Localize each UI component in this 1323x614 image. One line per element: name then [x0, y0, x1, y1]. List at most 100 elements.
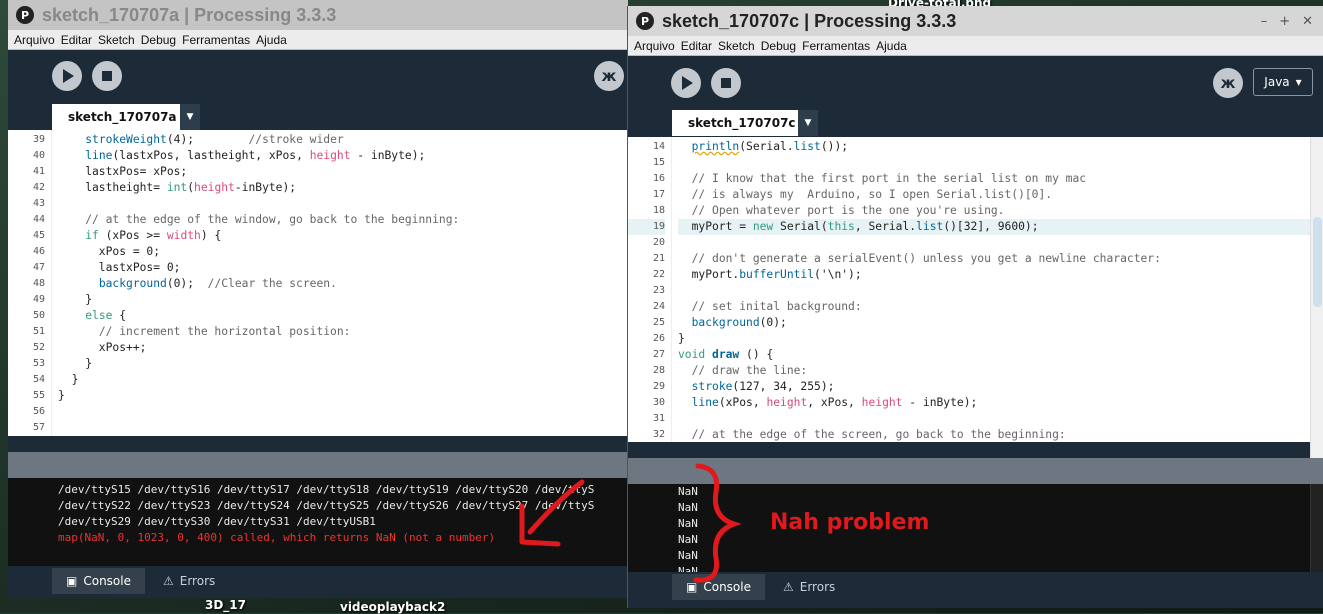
stop-button[interactable] [92, 61, 122, 91]
debug-button[interactable]: ж [1213, 68, 1243, 98]
sketch-tab[interactable]: sketch_170707c [672, 110, 812, 136]
line-number: 50 [32, 310, 45, 321]
desktop-file-label[interactable]: 3D_17 [205, 598, 246, 612]
window-a-console-tabs: ▣ Console ⚠ Errors [8, 566, 628, 596]
line-number: 24 [652, 301, 665, 312]
errors-tab-label: Errors [179, 574, 216, 588]
line-number: 19 [628, 219, 665, 235]
code-line: println(Serial.list()); [691, 140, 849, 153]
debug-button[interactable]: ж [594, 61, 624, 91]
console-tab[interactable]: ▣ Console [52, 568, 145, 594]
code-line: line(xPos, height, xPos, height - inByte… [691, 396, 978, 409]
sketch-tab-label: sketch_170707a [68, 110, 177, 124]
chevron-down-icon: ▼ [804, 118, 812, 128]
window-c-title: sketch_170707c | Processing 3.3.3 [662, 10, 957, 31]
menu-editar[interactable]: Editar [681, 39, 712, 53]
play-icon [63, 69, 74, 83]
code-line: } [58, 389, 65, 402]
tab-menu-arrow[interactable]: ▼ [798, 110, 818, 136]
console-scrollbar[interactable] [1310, 484, 1323, 572]
menu-ajuda[interactable]: Ajuda [256, 33, 287, 47]
line-number: 44 [32, 214, 45, 225]
menu-ferramentas[interactable]: Ferramentas [802, 39, 870, 53]
code-line: // draw the line: [691, 364, 808, 377]
code-line: xPos++; [58, 341, 147, 354]
code-line: line(lastxPos, lastheight, xPos, height … [85, 149, 426, 162]
butterfly-icon: ж [1220, 74, 1236, 92]
code-line: myPort.bufferUntil('\n'); [678, 268, 862, 281]
window-a-title: sketch_170707a | Processing 3.3.3 [42, 4, 337, 25]
line-number: 40 [32, 150, 45, 161]
code-line-current: myPort = new Serial(this, Serial.list()[… [678, 219, 1310, 235]
code-editor[interactable]: 14 15 16 17 18 19 20 21 22 23 24 25 26 2… [628, 137, 1310, 442]
code-line: // Open whatever port is the one you're … [691, 204, 1005, 217]
errors-tab-label: Errors [799, 580, 836, 594]
sketch-tab[interactable]: sketch_170707a [52, 104, 193, 130]
errors-tab[interactable]: ⚠ Errors [769, 574, 849, 600]
desktop-file-label[interactable]: videoplayback2 [340, 600, 445, 614]
errors-tab[interactable]: ⚠ Errors [149, 568, 229, 594]
menu-debug[interactable]: Debug [761, 39, 796, 53]
processing-logo-icon: P [16, 6, 34, 24]
chevron-down-icon: ▼ [186, 112, 194, 122]
menu-ferramentas[interactable]: Ferramentas [182, 33, 250, 47]
tab-menu-arrow[interactable]: ▼ [180, 104, 200, 130]
window-controls: – + ✕ [1261, 14, 1323, 29]
scrollbar-thumb[interactable] [1313, 217, 1322, 307]
line-number: 20 [652, 237, 665, 248]
console-line: NaN [678, 549, 698, 562]
play-icon [682, 76, 693, 90]
code-line: // is always my Arduino, so I open Seria… [691, 188, 1053, 201]
menu-debug[interactable]: Debug [141, 33, 176, 47]
menu-sketch[interactable]: Sketch [98, 33, 135, 47]
stop-button[interactable] [711, 68, 741, 98]
processing-logo-icon: P [636, 12, 654, 30]
mode-selector[interactable]: Java ▾ [1253, 68, 1313, 96]
menu-sketch[interactable]: Sketch [718, 39, 755, 53]
line-number: 30 [652, 397, 665, 408]
line-number: 31 [652, 413, 665, 424]
code-line: } [58, 373, 79, 386]
run-button[interactable] [671, 68, 701, 98]
window-a-titlebar[interactable]: P sketch_170707a | Processing 3.3.3 [8, 0, 628, 30]
menu-editar[interactable]: Editar [61, 33, 92, 47]
line-number: 52 [32, 342, 45, 353]
code-line: // increment the horizontal position: [98, 325, 351, 338]
line-number: 17 [652, 189, 665, 200]
minimize-icon[interactable]: – [1261, 14, 1268, 29]
line-number: 49 [32, 294, 45, 305]
code-editor[interactable]: 39 40 41 42 43 44 45 46 47 48 49 50 51 5… [8, 130, 628, 436]
line-number: 53 [32, 358, 45, 369]
stop-icon [102, 71, 112, 81]
window-c-titlebar[interactable]: P sketch_170707c | Processing 3.3.3 – + … [628, 6, 1323, 36]
code-line: lastxPos= xPos; [58, 165, 188, 178]
menu-arquivo[interactable]: Arquivo [14, 33, 55, 47]
window-a-menubar: Arquivo Editar Sketch Debug Ferramentas … [8, 30, 628, 50]
maximize-icon[interactable]: + [1279, 14, 1290, 29]
console-line: NaN [678, 485, 698, 498]
sketch-tab-label: sketch_170707c [688, 116, 796, 130]
code-line: else { [85, 309, 127, 322]
annotation-text: Nah problem [770, 510, 930, 535]
run-button[interactable] [52, 61, 82, 91]
code-line: if (xPos >= width) { [85, 229, 222, 242]
stop-icon [721, 78, 731, 88]
menu-ajuda[interactable]: Ajuda [876, 39, 907, 53]
code-line: background(0); [691, 316, 787, 329]
line-number: 46 [32, 246, 45, 257]
code-line: // don't generate a serialEvent() unless… [691, 252, 1161, 265]
line-number: 18 [652, 205, 665, 216]
menu-arquivo[interactable]: Arquivo [634, 39, 675, 53]
code-text[interactable]: strokeWeight(4); //stroke wider line(las… [52, 130, 628, 436]
close-icon[interactable]: ✕ [1302, 14, 1313, 29]
line-number: 25 [652, 317, 665, 328]
line-number: 56 [32, 406, 45, 417]
warning-icon: ⚠ [782, 580, 794, 594]
line-number: 23 [652, 285, 665, 296]
window-c-tabrow: sketch_170707c ▼ [628, 108, 1323, 136]
editor-scrollbar[interactable] [1310, 137, 1323, 458]
code-line: // set inital background: [691, 300, 862, 313]
code-text[interactable]: println(Serial.list()); // I know that t… [672, 137, 1310, 442]
